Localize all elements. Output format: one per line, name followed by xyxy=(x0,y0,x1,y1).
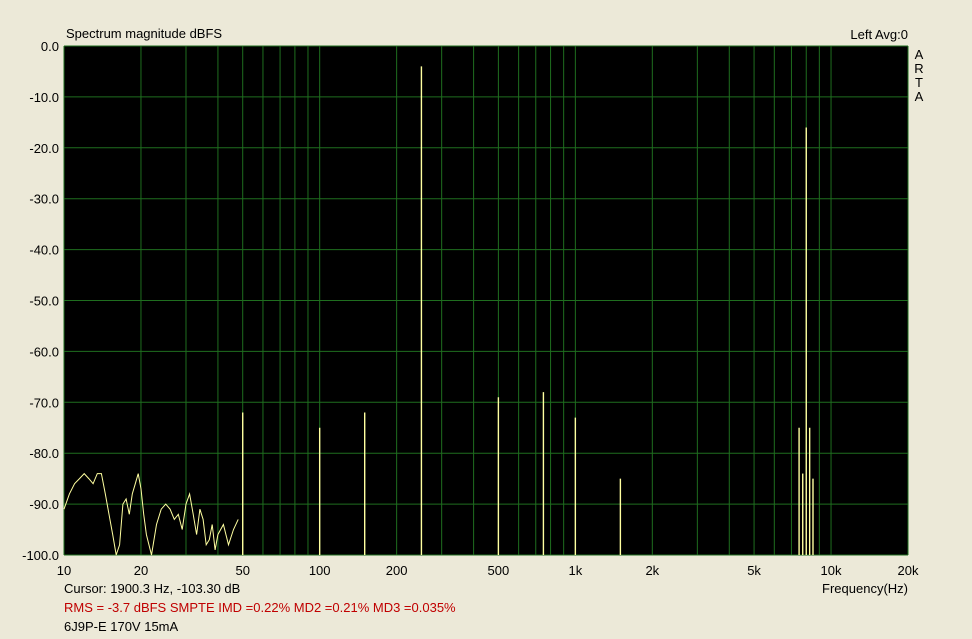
y-tick-label: -40.0 xyxy=(29,243,59,258)
y-tick-label: 0.0 xyxy=(41,39,59,54)
x-tick-label: 50 xyxy=(235,563,249,578)
x-tick-label: 10 xyxy=(57,563,71,578)
x-tick-label: 2k xyxy=(645,563,659,578)
y-tick-label: -60.0 xyxy=(29,344,59,359)
x-tick-label: 20k xyxy=(898,563,919,578)
arta-letter: R xyxy=(914,61,924,76)
y-tick-label: -80.0 xyxy=(29,446,59,461)
x-tick-label: 10k xyxy=(821,563,842,578)
y-tick-label: -10.0 xyxy=(29,90,59,105)
measurement-readout: RMS = -3.7 dBFS SMPTE IMD =0.22% MD2 =0.… xyxy=(64,600,456,615)
y-tick-label: -70.0 xyxy=(29,395,59,410)
chart-title: Spectrum magnitude dBFS xyxy=(66,26,223,41)
y-tick-label: -90.0 xyxy=(29,497,59,512)
x-tick-label: 1k xyxy=(568,563,582,578)
spectrum-chart: 0.0 -10.0 -20.0 -30.0 -40.0 -50.0 -60.0 -70.0 -8… xyxy=(22,39,919,578)
arta-letter: A xyxy=(914,47,924,62)
arta-letter: A xyxy=(914,89,924,104)
x-tick-label: 20 xyxy=(134,563,148,578)
x-tick-label: 200 xyxy=(386,563,408,578)
y-tick-label: -100.0 xyxy=(22,548,59,563)
channel-label: Left Avg:0 xyxy=(850,27,908,42)
x-axis-label: Frequency(Hz) xyxy=(822,581,908,596)
device-note: 6J9P-E 170V 15mA xyxy=(64,619,179,634)
cursor-readout: Cursor: 1900.3 Hz, -103.30 dB xyxy=(64,581,241,596)
x-tick-label: 100 xyxy=(309,563,331,578)
y-tick-label: -20.0 xyxy=(29,141,59,156)
x-axis: 10 20 50 100 200 500 1k 2k 5k 10k 20k xyxy=(57,563,919,578)
x-tick-label: 500 xyxy=(488,563,510,578)
y-tick-label: -30.0 xyxy=(29,192,59,207)
y-axis: 0.0 -10.0 -20.0 -30.0 -40.0 -50.0 -60.0 -70.0 -8… xyxy=(22,39,59,563)
y-tick-label: -50.0 xyxy=(29,294,59,309)
x-tick-label: 5k xyxy=(747,563,761,578)
arta-letter: T xyxy=(915,75,923,90)
arta-watermark: ARTA xyxy=(912,48,926,104)
